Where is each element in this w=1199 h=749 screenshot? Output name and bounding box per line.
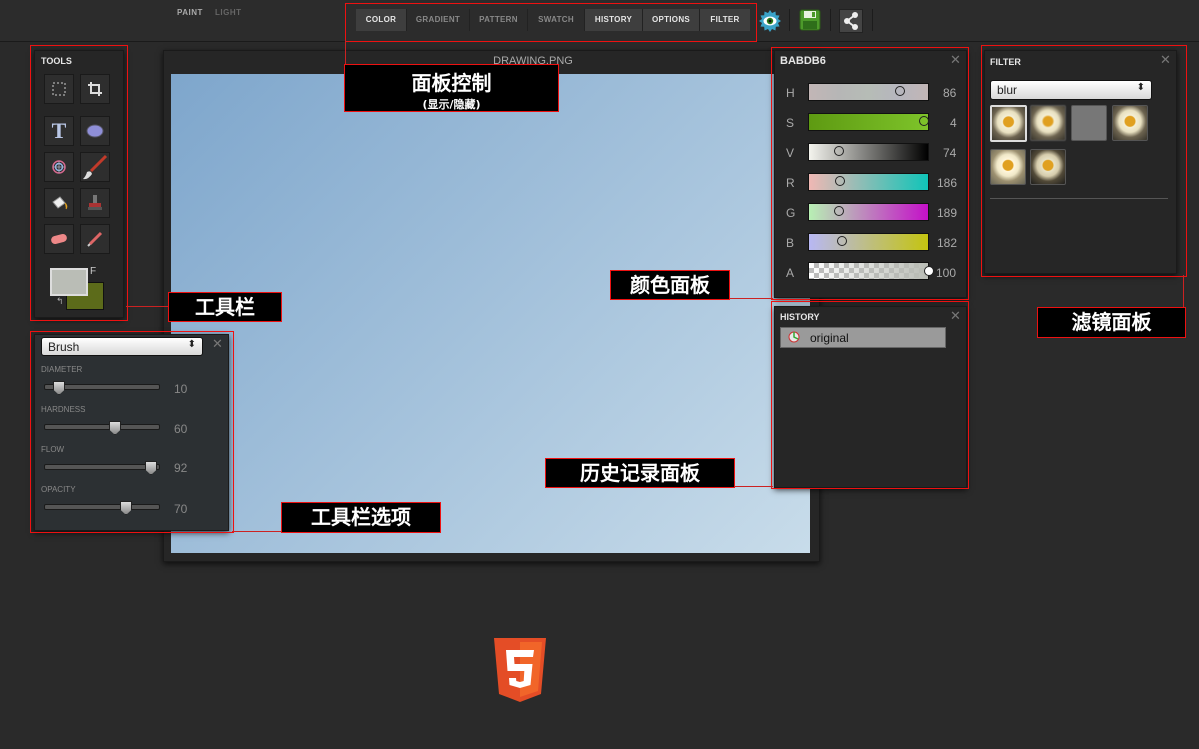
annotation-connector xyxy=(345,40,346,65)
annotation-panel-control: 面板控制 (显示/隐藏) xyxy=(344,64,559,112)
html5-logo xyxy=(492,638,548,707)
annotation-connector xyxy=(1183,275,1184,308)
annotation-box-toolbar xyxy=(30,45,128,321)
annotation-history-panel: 历史记录面板 xyxy=(545,458,735,488)
annotation-box-toolbar-options xyxy=(30,331,234,533)
annotation-connector xyxy=(232,531,282,532)
annotation-box-panel-control xyxy=(345,3,757,42)
annotation-connector xyxy=(733,486,773,487)
share-icon[interactable] xyxy=(839,9,863,33)
mode-paint[interactable]: PAINT xyxy=(177,8,203,17)
mode-light[interactable]: LIGHT xyxy=(215,8,242,17)
annotation-toolbar: 工具栏 xyxy=(168,292,282,322)
annotation-connector xyxy=(728,298,773,299)
eye-icon[interactable] xyxy=(758,9,782,38)
annotation-connector xyxy=(126,306,168,307)
annotation-box-history-panel xyxy=(771,301,969,489)
annotation-box-color-panel xyxy=(771,47,969,300)
annotation-box-filter-panel xyxy=(981,45,1187,277)
annotation-color-panel: 颜色面板 xyxy=(610,270,730,300)
annotation-filter-panel: 滤镜面板 xyxy=(1037,307,1186,338)
save-icon[interactable] xyxy=(799,9,821,36)
annotation-toolbar-options: 工具栏选项 xyxy=(281,502,441,533)
